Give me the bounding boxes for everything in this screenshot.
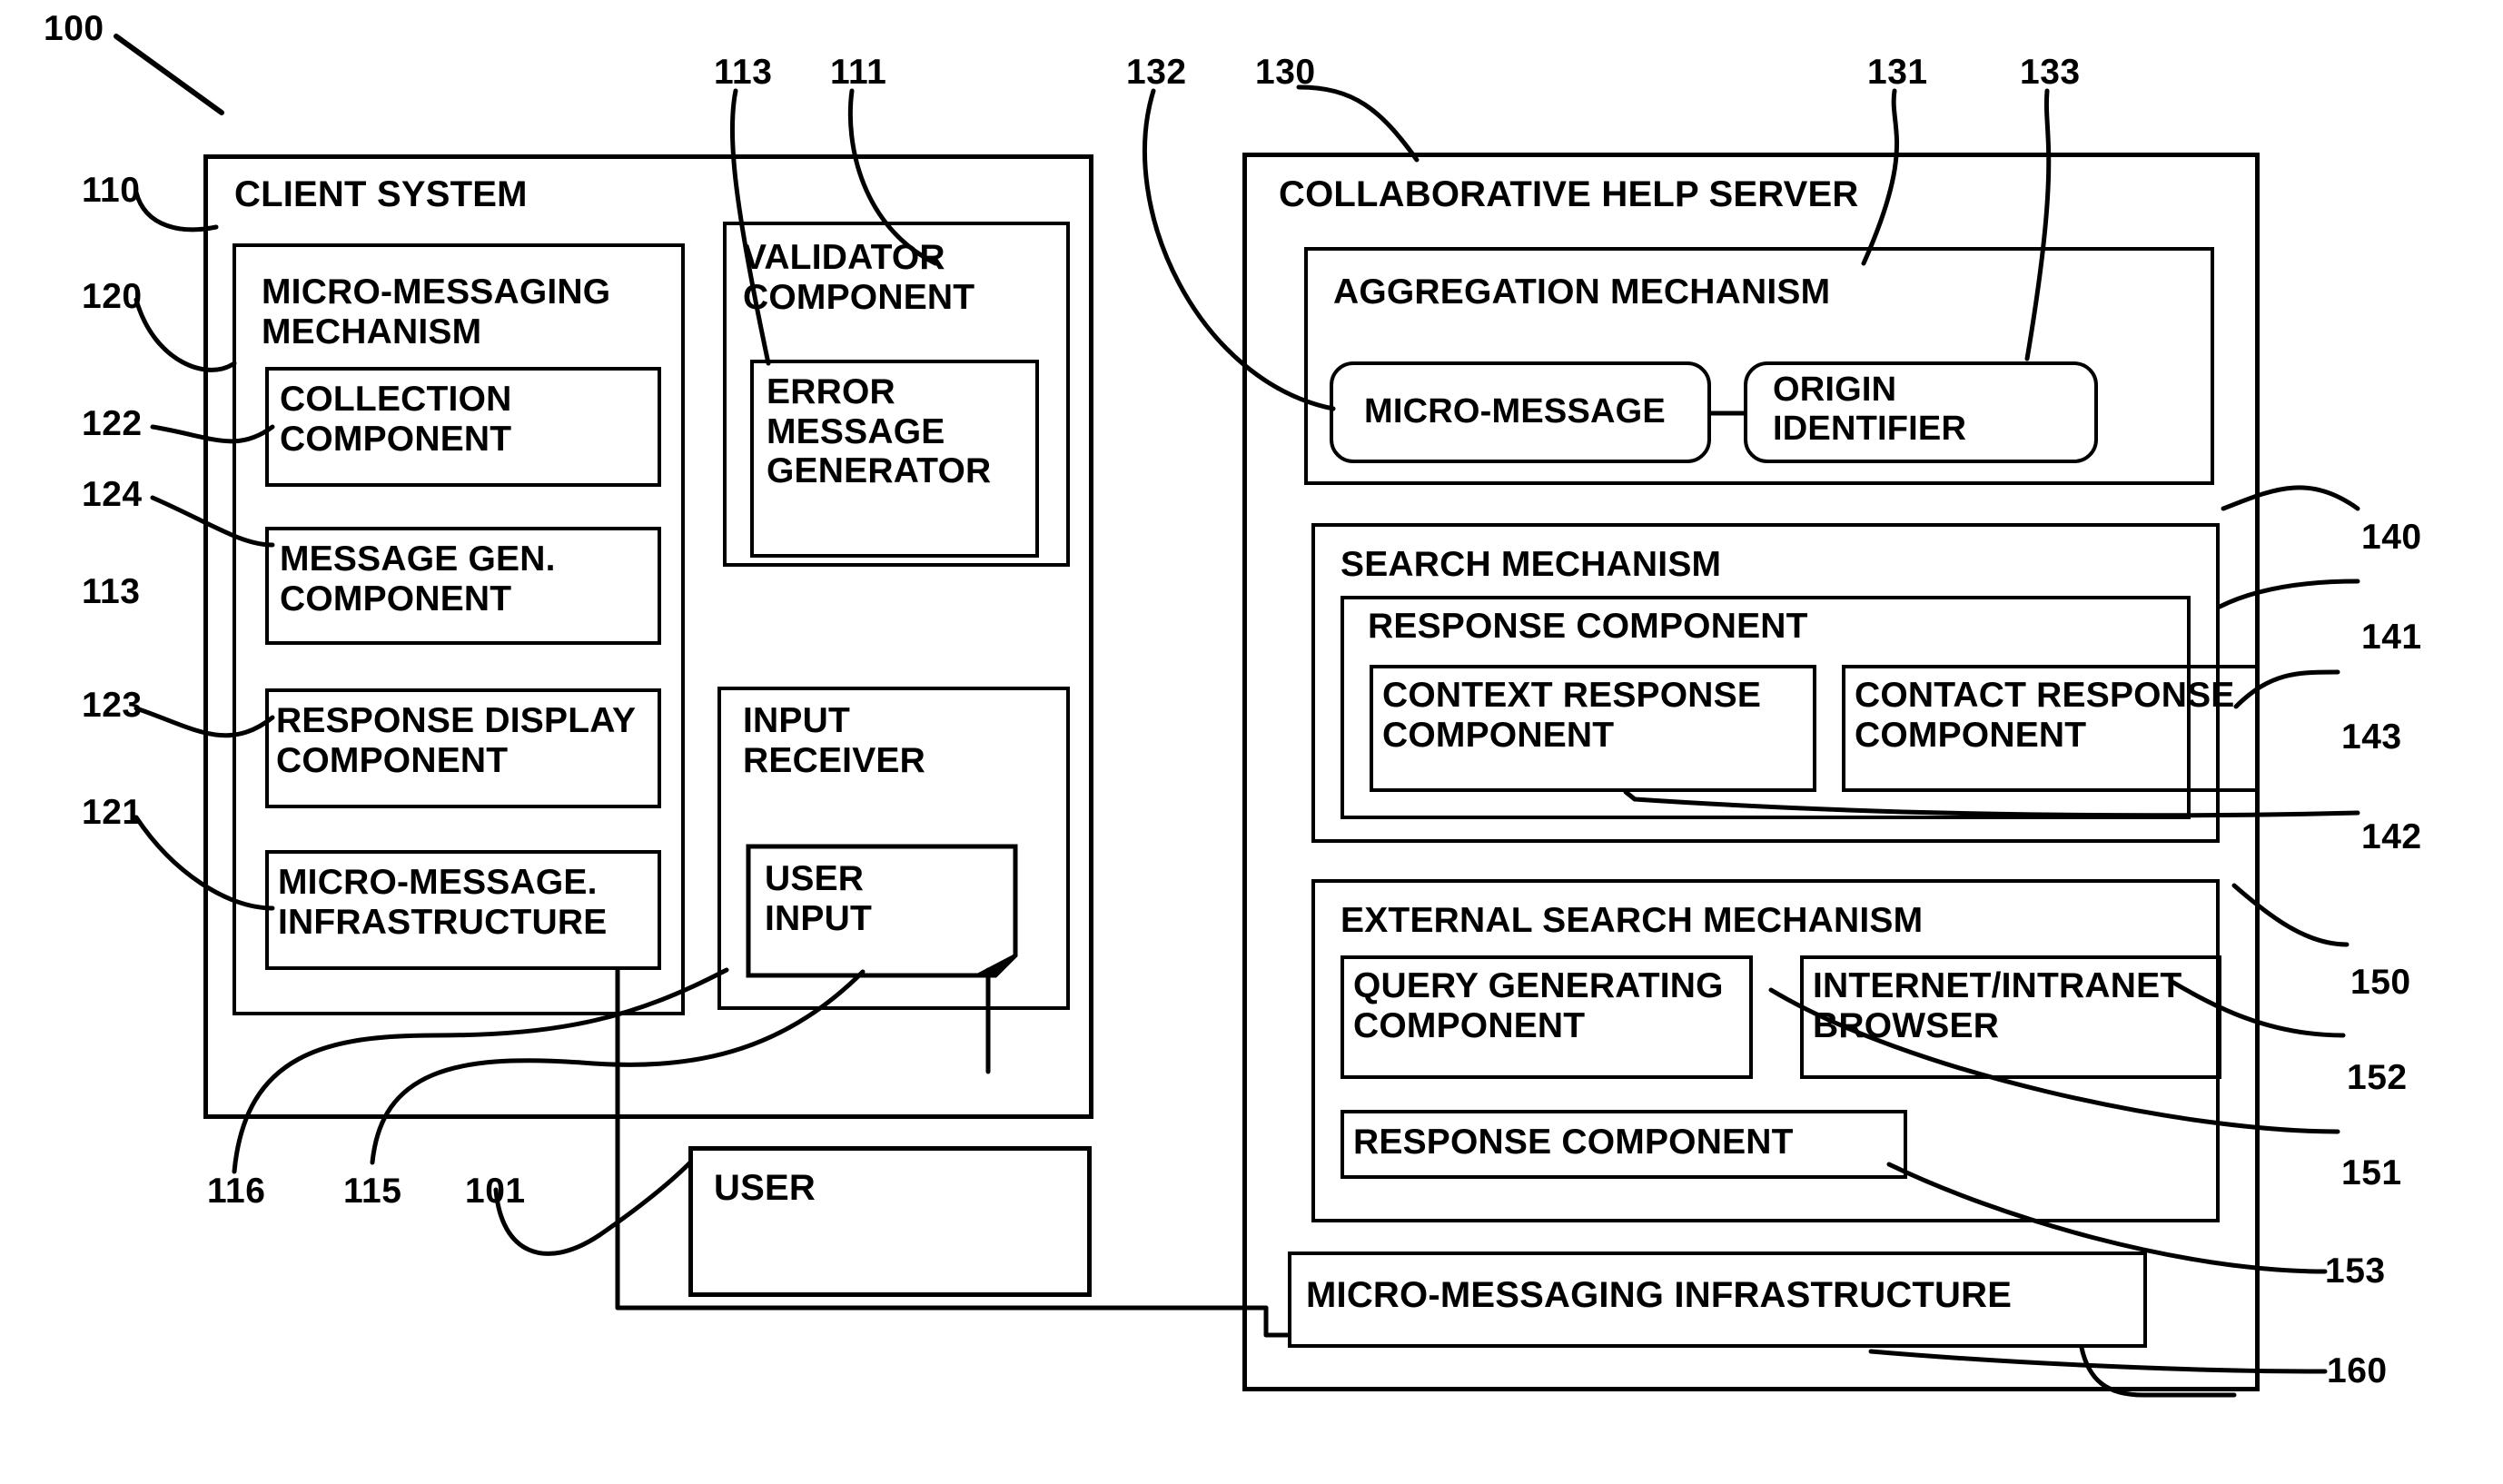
patent-figure-canvas: 100 110 120 122 124 113 123 121 113 111 … xyxy=(0,0,2503,1484)
ref-message-gen-side: 113 xyxy=(82,572,141,611)
ref-micro-message-infrastructure: 121 xyxy=(82,793,143,832)
ref-input-receiver: 115 xyxy=(343,1172,402,1211)
query-generating-component-label: QUERY GENERATING COMPONENT xyxy=(1353,966,1724,1045)
ref-contact-response-component: 143 xyxy=(2341,717,2402,757)
ref-user-input: 116 xyxy=(207,1172,266,1211)
micro-message-label: MICRO-MESSAGE xyxy=(1364,392,1666,430)
server-micro-messaging-infrastructure-label: MICRO-MESSAGING INFRASTRUCTURE xyxy=(1306,1275,2013,1315)
ref-micro-message: 132 xyxy=(1126,53,1187,92)
contact-response-component-label: CONTACT RESPONSE COMPONENT xyxy=(1855,676,2235,755)
ref-query-generating-component: 151 xyxy=(2341,1153,2402,1192)
client-system-title: CLIENT SYSTEM xyxy=(234,174,528,214)
ref-context-response-component: 142 xyxy=(2361,817,2422,856)
external-search-mechanism-title: EXTERNAL SEARCH MECHANISM xyxy=(1341,901,1924,940)
internet-intranet-browser-label: INTERNET/INTRANET BROWSER xyxy=(1813,966,2182,1045)
user-label: USER xyxy=(714,1168,816,1208)
ref-search-mechanism: 140 xyxy=(2361,518,2422,557)
ref-external-search-mechanism: 150 xyxy=(2350,963,2411,1002)
context-response-component-label: CONTEXT RESPONSE COMPONENT xyxy=(1382,676,1762,755)
input-receiver-title: INPUT RECEIVER xyxy=(743,701,925,780)
ref-message-gen-component: 124 xyxy=(82,475,143,514)
user-input-label: USER INPUT xyxy=(765,859,872,938)
collection-component-label: COLLECTION COMPONENT xyxy=(280,380,512,459)
micro-message-infrastructure-label: MICRO-MESSAGE. INFRASTRUCTURE xyxy=(278,863,608,942)
ref-help-server: 130 xyxy=(1255,53,1316,92)
ref-internet-intranet-browser: 152 xyxy=(2347,1058,2408,1097)
error-message-generator-label: ERROR MESSAGE GENERATOR xyxy=(767,372,992,491)
search-mechanism-title: SEARCH MECHANISM xyxy=(1341,545,1722,584)
ref-user: 101 xyxy=(465,1172,526,1211)
ref-figure-100: 100 xyxy=(44,9,104,48)
ref-error-message-generator: 113 xyxy=(714,53,773,92)
ref-validator-component: 111 xyxy=(830,53,887,92)
origin-identifier-label: ORIGIN IDENTIFIER xyxy=(1773,371,1967,448)
ref-aggregation-mechanism: 131 xyxy=(1867,53,1928,92)
ref-micro-messaging-infrastructure: 160 xyxy=(2327,1351,2388,1390)
ref-micro-messaging-mechanism: 120 xyxy=(82,277,143,316)
validator-component-title: VALIDATOR COMPONENT xyxy=(743,238,975,317)
ref-response-component: 141 xyxy=(2361,618,2422,657)
external-response-component-label: RESPONSE COMPONENT xyxy=(1353,1123,1794,1162)
ref-collection-component: 122 xyxy=(82,404,143,443)
message-gen-component-label: MESSAGE GEN. COMPONENT xyxy=(280,539,556,618)
ref-origin-identifier: 133 xyxy=(2020,53,2081,92)
collaborative-help-server-title: COLLABORATIVE HELP SERVER xyxy=(1279,174,1859,214)
search-response-component-title: RESPONSE COMPONENT xyxy=(1368,607,1808,646)
ref-response-display-component: 123 xyxy=(82,686,143,725)
ref-external-response-component: 153 xyxy=(2325,1252,2386,1291)
aggregation-mechanism-title: AGGREGATION MECHANISM xyxy=(1333,272,1831,312)
response-display-component-label: RESPONSE DISPLAY COMPONENT xyxy=(276,701,637,780)
micro-messaging-mechanism-title: MICRO-MESSAGING MECHANISM xyxy=(262,272,611,351)
ref-client-system: 110 xyxy=(82,171,141,210)
